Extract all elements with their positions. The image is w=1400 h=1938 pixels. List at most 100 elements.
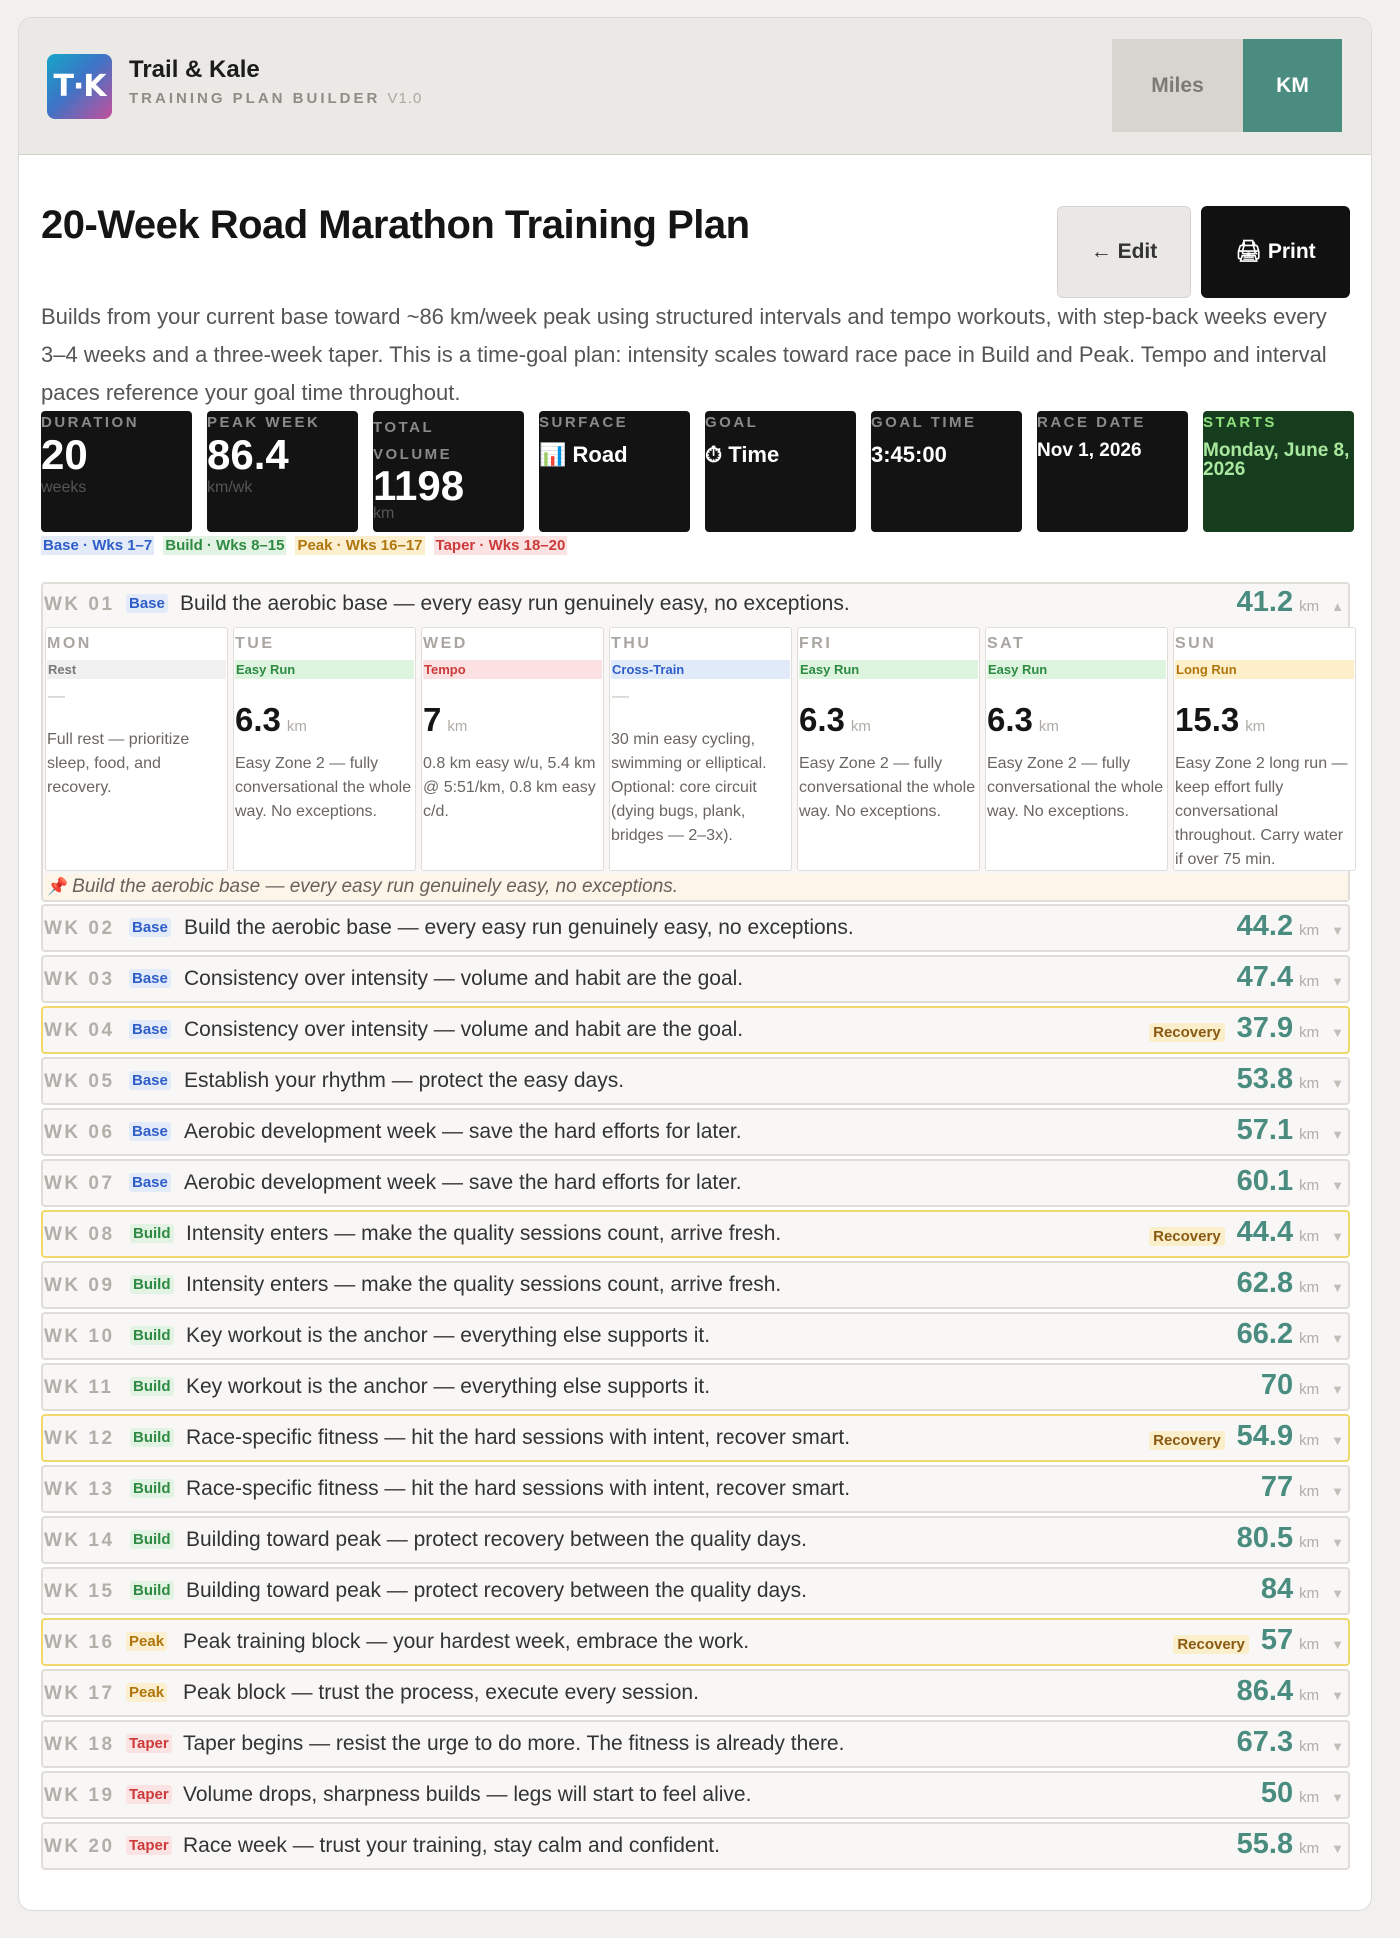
day-card-tue: TUE Easy Run 6.3 km Easy Zone 2 — fully conv… bbox=[233, 627, 416, 871]
day-name: TUE bbox=[235, 635, 275, 652]
day-name: WED bbox=[423, 635, 468, 652]
week-km: 70 bbox=[1260, 1369, 1294, 1401]
week-row[interactable]: WK 06 Base Aerobic development week — save… bbox=[41, 1108, 1350, 1156]
week-row[interactable]: WK 05 Base Establish your rhythm — protect… bbox=[41, 1057, 1350, 1105]
week-volume: 62.8 km ▼ bbox=[1237, 1267, 1344, 1300]
chevron-down-icon[interactable]: ▼ bbox=[1331, 1841, 1344, 1856]
week-row[interactable]: WK 17 Peak Peak block — trust the process,… bbox=[41, 1669, 1350, 1717]
week-volume: 55.8 km ▼ bbox=[1237, 1828, 1344, 1861]
page-title: 20-Week Road Marathon Training Plan bbox=[41, 203, 750, 247]
chevron-up-icon[interactable]: ▲ bbox=[1331, 599, 1344, 614]
week-number: WK 04 bbox=[44, 1020, 115, 1041]
week-volume: 41.2 km ▲ bbox=[1237, 586, 1344, 619]
chevron-down-icon[interactable]: ▼ bbox=[1331, 1178, 1344, 1193]
week-focus: Key workout is the anchor — everything e… bbox=[186, 1324, 711, 1347]
chevron-down-icon[interactable]: ▼ bbox=[1331, 1433, 1344, 1448]
week-km: 57 bbox=[1260, 1624, 1294, 1656]
week-km: 50 bbox=[1260, 1777, 1294, 1809]
version-label: V1.0 bbox=[387, 90, 423, 107]
week-row[interactable]: WK 09 Build Intensity enters — make the qu… bbox=[41, 1261, 1350, 1309]
chevron-down-icon[interactable]: ▼ bbox=[1331, 1637, 1344, 1652]
week-km: 67.3 bbox=[1236, 1726, 1294, 1758]
week-row[interactable]: WK 08 Build Intensity enters — make the qu… bbox=[41, 1210, 1350, 1258]
chevron-down-icon[interactable]: ▼ bbox=[1331, 1025, 1344, 1040]
print-button[interactable]: 🖨 Print bbox=[1201, 206, 1350, 298]
chevron-down-icon[interactable]: ▼ bbox=[1331, 1535, 1344, 1550]
week-row[interactable]: WK 11 Build Key workout is the anchor — ev… bbox=[41, 1363, 1350, 1411]
day-note: Easy Zone 2 — fully conversational the w… bbox=[235, 755, 412, 820]
week-header[interactable]: WK 01 Base Build the aerobic base — ever… bbox=[43, 584, 1348, 626]
chevron-down-icon[interactable]: ▼ bbox=[1331, 1127, 1344, 1142]
km-unit: km bbox=[1299, 973, 1320, 990]
app-card: T·K Trail & Kale TRAINING PLAN BUILDER V… bbox=[18, 17, 1372, 1911]
chevron-down-icon[interactable]: ▼ bbox=[1331, 1586, 1344, 1601]
day-name: THU bbox=[611, 635, 652, 652]
week-focus: Volume drops, sharpness builds — legs wi… bbox=[183, 1783, 752, 1806]
week-focus: Key workout is the anchor — everything e… bbox=[186, 1375, 711, 1398]
legend-base: Base · Wks 1–7 bbox=[41, 536, 155, 555]
chevron-down-icon[interactable]: ▼ bbox=[1331, 923, 1344, 938]
phase-badge: Peak bbox=[126, 1683, 168, 1702]
chevron-down-icon[interactable]: ▼ bbox=[1331, 1484, 1344, 1499]
chevron-down-icon[interactable]: ▼ bbox=[1331, 1382, 1344, 1397]
week-row[interactable]: WK 16 Peak Peak training block — your hard… bbox=[41, 1618, 1350, 1666]
week-row[interactable]: WK 13 Build Race-specific fitness — hit th… bbox=[41, 1465, 1350, 1513]
week-focus: Establish your rhythm — protect the easy… bbox=[184, 1069, 625, 1092]
edit-button[interactable]: ← Edit bbox=[1057, 206, 1191, 298]
chevron-down-icon[interactable]: ▼ bbox=[1331, 1076, 1344, 1091]
week-row[interactable]: WK 10 Build Key workout is the anchor — ev… bbox=[41, 1312, 1350, 1360]
week-row[interactable]: WK 18 Taper Taper begins — resist the urge… bbox=[41, 1720, 1350, 1768]
chevron-down-icon[interactable]: ▼ bbox=[1331, 1688, 1344, 1703]
km-unit: km bbox=[1299, 1636, 1320, 1653]
chevron-down-icon[interactable]: ▼ bbox=[1331, 1790, 1344, 1805]
day-card-sun: SUN Long Run 15.3 km Easy Zone 2 long run — … bbox=[1173, 627, 1356, 871]
km-unit: km bbox=[1299, 598, 1320, 615]
km-button[interactable]: KM bbox=[1243, 39, 1342, 132]
week-km: 60.1 bbox=[1236, 1165, 1294, 1197]
week-volume: 60.1 km ▼ bbox=[1237, 1165, 1344, 1198]
chevron-down-icon[interactable]: ▼ bbox=[1331, 1280, 1344, 1295]
miles-button[interactable]: Miles bbox=[1112, 39, 1243, 132]
legend-peak: Peak · Wks 16–17 bbox=[295, 536, 425, 555]
stat-total-volume: TOTAL VOLUME 1198 km bbox=[373, 411, 524, 532]
km-unit: km bbox=[1299, 1279, 1320, 1296]
phase-badge: Base bbox=[129, 1173, 171, 1192]
week-number: WK 08 bbox=[44, 1224, 115, 1245]
stat-label: STARTS bbox=[1203, 414, 1277, 431]
chevron-down-icon[interactable]: ▼ bbox=[1331, 1739, 1344, 1754]
week-row[interactable]: WK 15 Build Building toward peak — protect… bbox=[41, 1567, 1350, 1615]
week-volume: 57.1 km ▼ bbox=[1237, 1114, 1344, 1147]
day-grid: MON Rest — Full rest — prioritize sleep, fo… bbox=[45, 627, 1356, 871]
week-row[interactable]: WK 03 Base Consistency over intensity — vo… bbox=[41, 955, 1350, 1003]
week-focus: Intensity enters — make the quality sess… bbox=[186, 1273, 782, 1296]
week-row[interactable]: WK 14 Build Building toward peak — protect… bbox=[41, 1516, 1350, 1564]
phase-badge: Build bbox=[130, 1581, 174, 1600]
week-row[interactable]: WK 12 Build Race-specific fitness — hit th… bbox=[41, 1414, 1350, 1462]
week-row[interactable]: WK 02 Base Build the aerobic base — every … bbox=[41, 904, 1350, 952]
chevron-down-icon[interactable]: ▼ bbox=[1331, 1331, 1344, 1346]
week-row-expanded: WK 01 Base Build the aerobic base — ever… bbox=[41, 582, 1356, 902]
stat-value: 20 bbox=[41, 431, 88, 478]
km-unit: km bbox=[1299, 1483, 1320, 1500]
day-name: FRI bbox=[799, 635, 833, 652]
week-volume: 70 km ▼ bbox=[1261, 1369, 1344, 1402]
phase-badge: Base bbox=[129, 1071, 171, 1090]
chevron-down-icon[interactable]: ▼ bbox=[1331, 1229, 1344, 1244]
week-row[interactable]: WK 04 Base Consistency over intensity — vo… bbox=[41, 1006, 1350, 1054]
day-card-wed: WED Tempo 7 km 0.8 km easy w/u, 5.4 km @ 5:5… bbox=[421, 627, 604, 871]
week-number: WK 19 bbox=[44, 1785, 115, 1806]
km-unit: km bbox=[850, 718, 871, 735]
phase-badge: Base bbox=[129, 1020, 171, 1039]
stat-label: DURATION bbox=[41, 414, 140, 431]
week-row[interactable]: WK 19 Taper Volume drops, sharpness builds… bbox=[41, 1771, 1350, 1819]
day-note: 30 min easy cycling, swimming or ellipti… bbox=[611, 731, 767, 844]
week-row[interactable]: WK 20 Taper Race week — trust your trainin… bbox=[41, 1822, 1350, 1870]
stat-unit: weeks bbox=[41, 479, 87, 496]
week-km: 44.2 bbox=[1236, 910, 1294, 942]
phase-badge: Build bbox=[130, 1428, 174, 1447]
km-unit: km bbox=[1299, 1075, 1320, 1092]
chevron-down-icon[interactable]: ▼ bbox=[1331, 974, 1344, 989]
day-distance: 6.3 km bbox=[799, 701, 871, 738]
week-row[interactable]: WK 07 Base Aerobic development week — save… bbox=[41, 1159, 1350, 1207]
stat-unit: km/wk bbox=[207, 479, 253, 496]
